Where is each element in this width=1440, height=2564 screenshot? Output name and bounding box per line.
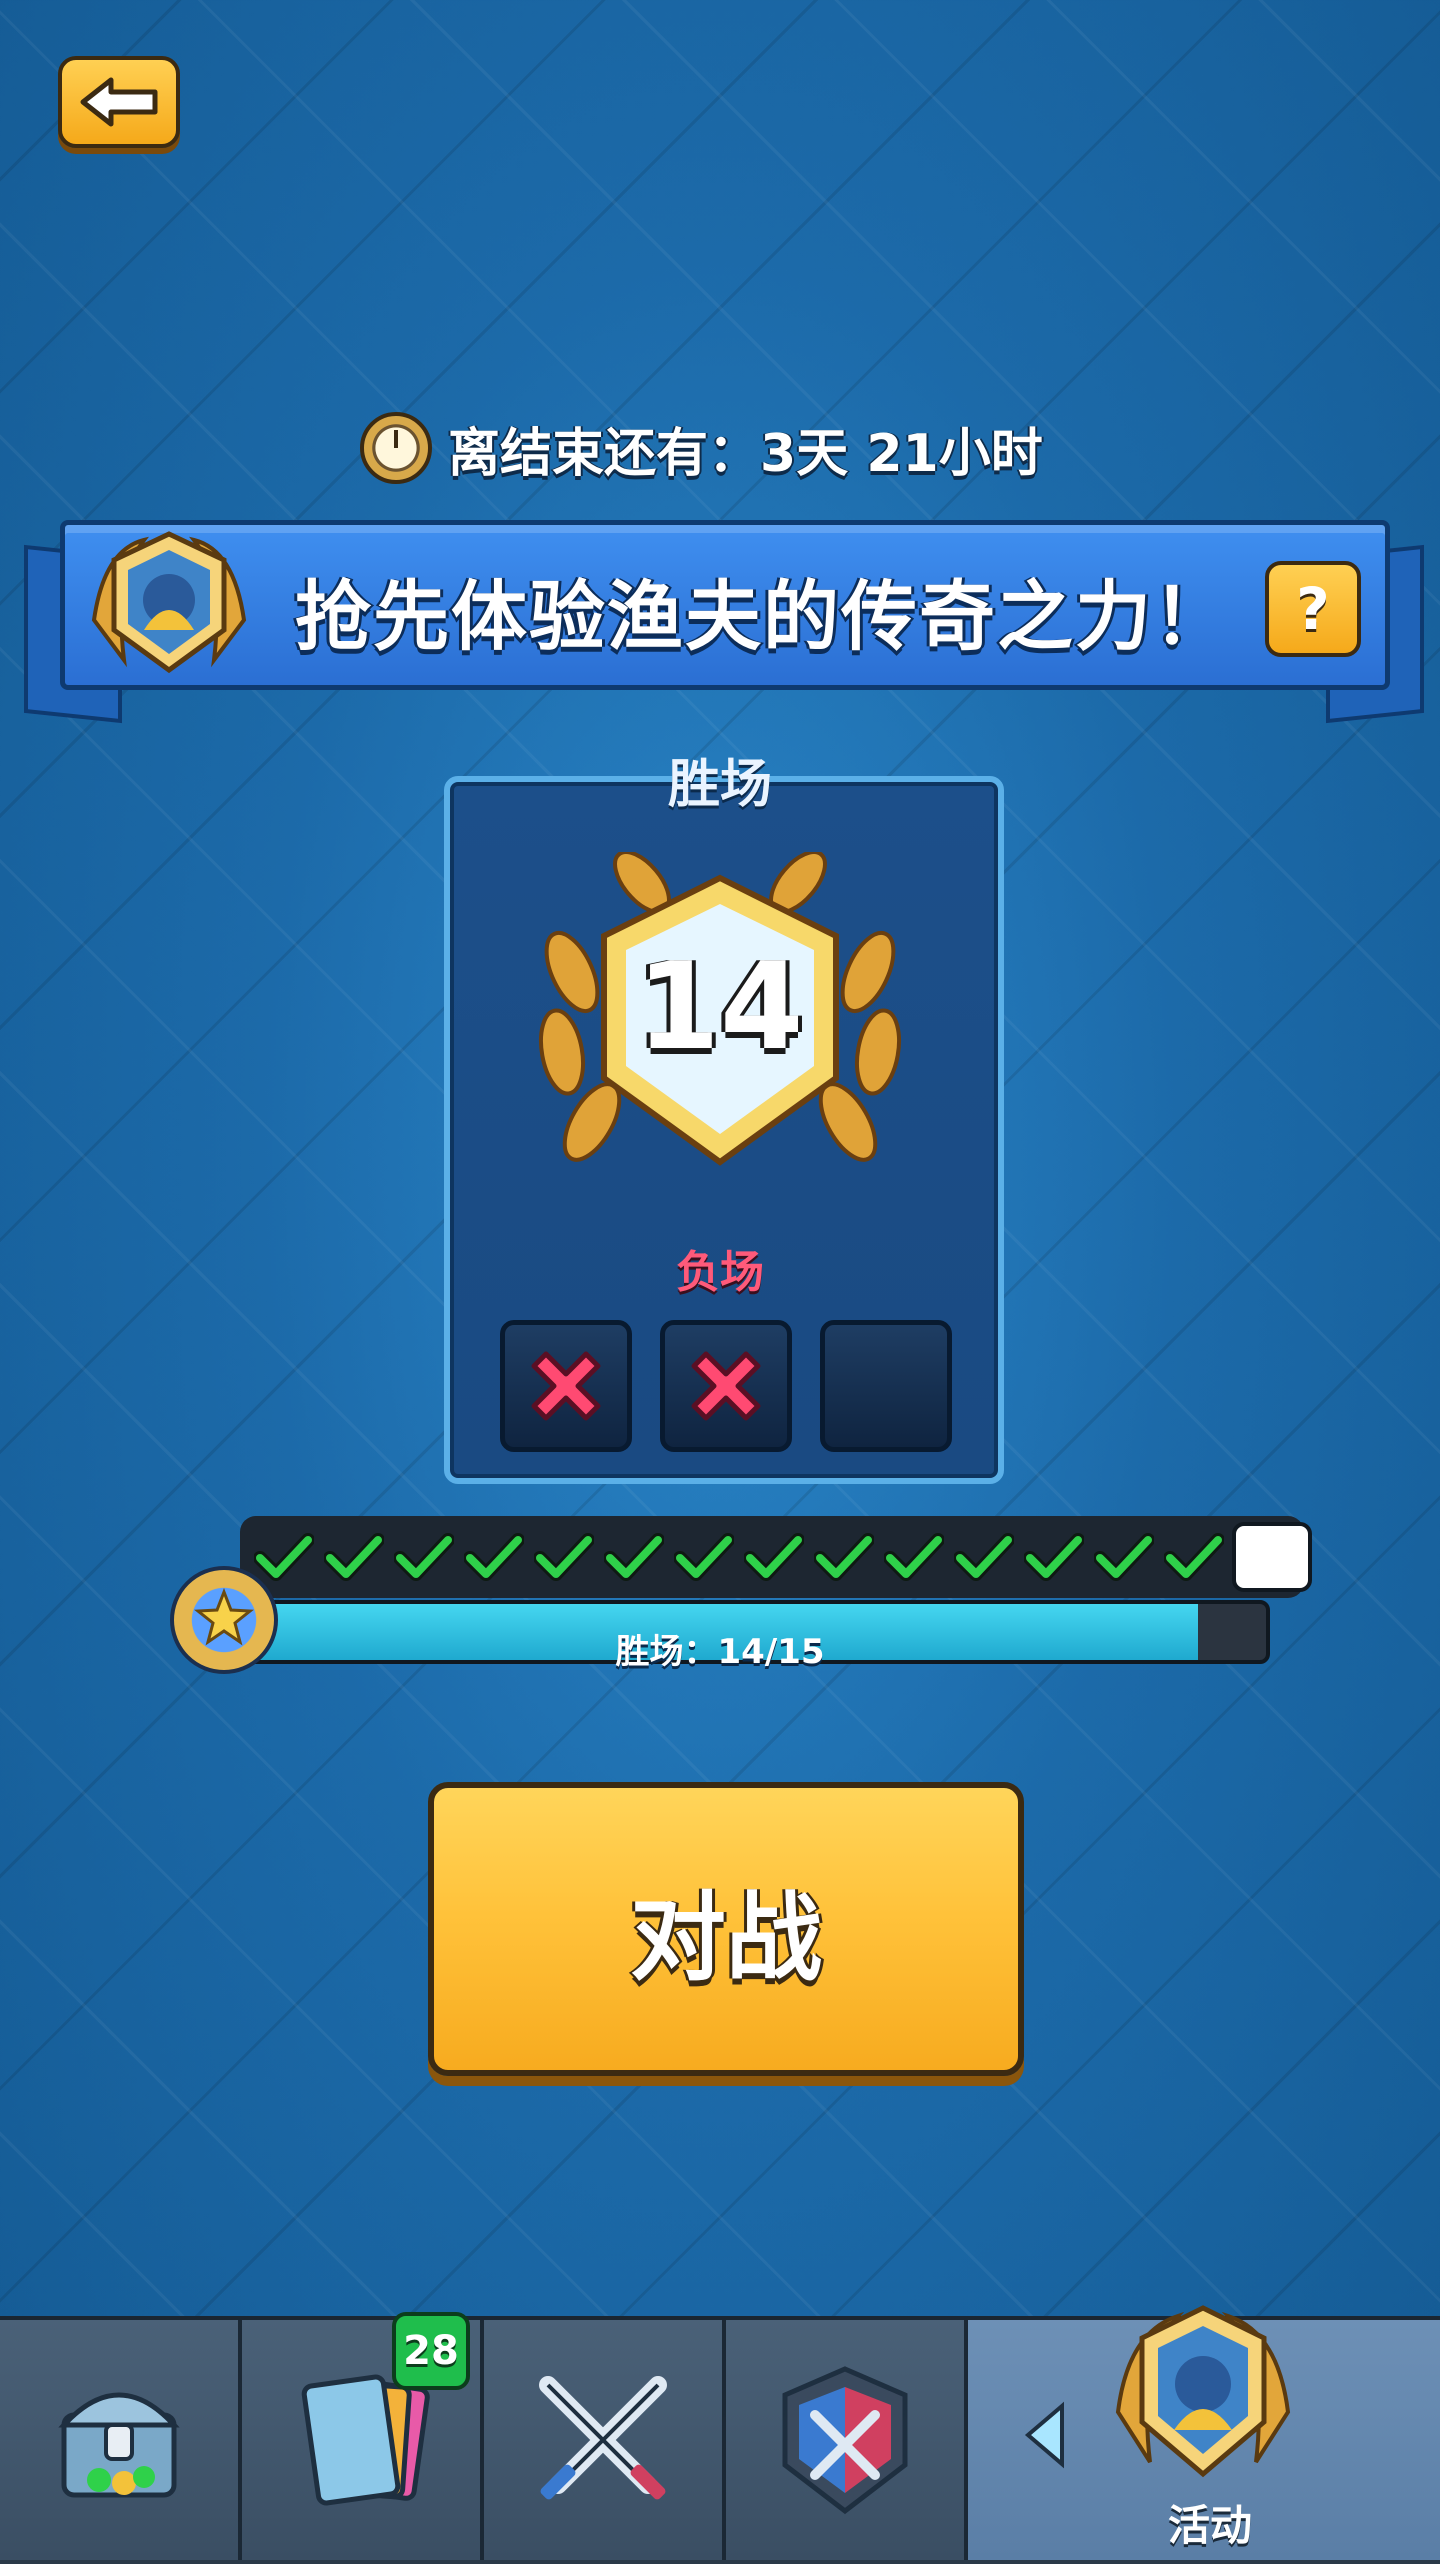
nav-tab-battle[interactable] (484, 2320, 726, 2560)
cards-count-badge: 28 (392, 2312, 470, 2390)
timer-prefix: 离结束还有： (448, 423, 761, 484)
timer-text: 离结束还有：3天 21小时 (448, 411, 1043, 486)
timer-hours-value: 21 (866, 423, 939, 484)
fisherman-badge-icon (74, 520, 264, 690)
win-check-icon (878, 1516, 950, 1598)
wins-value: 14 (636, 938, 804, 1077)
back-button[interactable] (58, 56, 180, 148)
win-check-icon (598, 1516, 670, 1598)
win-check-icon (1018, 1516, 1090, 1598)
chest-icon (58, 2392, 180, 2498)
clan-shield-icon (782, 2366, 908, 2515)
win-check-icon (808, 1516, 880, 1598)
loss-slot-3 (820, 1320, 952, 1452)
event-timer: 离结束还有：3天 21小时 (360, 408, 1043, 488)
win-check-icon (318, 1516, 390, 1598)
timer-days-value: 3 (760, 423, 797, 484)
nav-tab-shop[interactable] (0, 2320, 242, 2560)
battle-button[interactable]: 对战 (428, 1782, 1024, 2076)
timer-days-unit: 天 (796, 423, 849, 484)
banner-title: 抢先体验渔夫的传奇之力！ (295, 572, 1231, 661)
win-check-icon (1158, 1516, 1230, 1598)
loss-slot-2 (660, 1320, 792, 1452)
chevron-left-icon (1024, 2401, 1064, 2469)
battle-button-label: 对战 (630, 1881, 822, 1994)
nav-tab-clan[interactable] (726, 2320, 968, 2560)
losses-label: 负场 (676, 1247, 764, 1298)
win-check-icon (388, 1516, 460, 1598)
clock-icon (360, 412, 432, 484)
loss-slot-1 (500, 1320, 632, 1452)
win-check-icon (948, 1516, 1020, 1598)
wins-label: 胜场 (667, 755, 772, 815)
timer-hours-unit: 小时 (938, 423, 1043, 484)
help-button[interactable]: ? (1265, 561, 1361, 657)
win-check-icon (668, 1516, 740, 1598)
loss-cross-icon (531, 1351, 601, 1421)
loss-cross-icon (691, 1351, 761, 1421)
nav-active-label: 活动 (1167, 2501, 1252, 2550)
speech-bubble-icon (1232, 1522, 1312, 1592)
crossed-swords-icon (539, 2376, 667, 2500)
win-check-icon (458, 1516, 530, 1598)
win-check-icon (528, 1516, 600, 1598)
event-badge-icon[interactable] (1088, 2292, 1318, 2502)
win-progress-text: 胜场：14/15 (615, 1632, 825, 1672)
back-arrow-icon (80, 77, 158, 127)
win-check-icon (738, 1516, 810, 1598)
win-check-icon (1088, 1516, 1160, 1598)
